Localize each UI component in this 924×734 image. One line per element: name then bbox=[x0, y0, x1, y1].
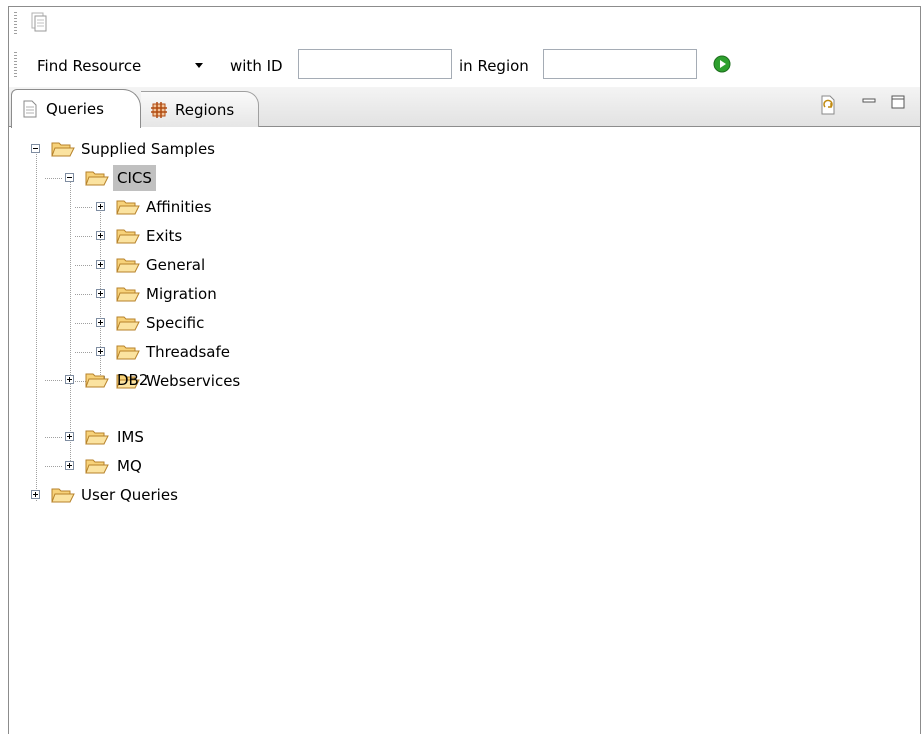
query-tree: Supplied Samples CICS Affinities Exits Gen… bbox=[9, 128, 920, 734]
open-folder-icon bbox=[116, 287, 140, 302]
go-run-button[interactable] bbox=[713, 55, 731, 73]
tree-item-label: MQ bbox=[117, 457, 142, 475]
regions-grid-icon bbox=[151, 101, 167, 118]
expand-toggle-icon[interactable] bbox=[96, 289, 105, 298]
find-resource-dropdown-arrow[interactable] bbox=[195, 63, 203, 68]
expand-toggle-icon[interactable] bbox=[31, 490, 40, 499]
collapse-toggle-icon[interactable] bbox=[65, 173, 74, 182]
minimize-icon[interactable] bbox=[862, 95, 876, 109]
find-resource-label[interactable]: Find Resource bbox=[37, 56, 141, 76]
open-folder-icon bbox=[85, 430, 109, 445]
tree-item-label: Threadsafe bbox=[146, 343, 230, 361]
expand-toggle-icon[interactable] bbox=[96, 260, 105, 269]
expand-toggle-icon[interactable] bbox=[96, 202, 105, 211]
tree-item-label: General bbox=[146, 256, 206, 274]
tree-item-label: CICS bbox=[113, 165, 156, 191]
open-folder-icon bbox=[116, 200, 140, 215]
expand-toggle-icon[interactable] bbox=[96, 347, 105, 356]
maximize-icon[interactable] bbox=[891, 95, 905, 109]
find-toolbar-grip[interactable] bbox=[14, 52, 17, 78]
resource-id-input[interactable] bbox=[298, 49, 452, 79]
tab-regions[interactable]: Regions bbox=[141, 91, 259, 127]
collapse-toggle-icon[interactable] bbox=[31, 144, 40, 153]
tree-item-label: Webservices bbox=[146, 372, 241, 390]
open-folder-icon bbox=[51, 488, 75, 503]
tree-item-label: Specific bbox=[146, 314, 205, 332]
with-id-label: with ID bbox=[230, 57, 283, 75]
tree-item-label: IMS bbox=[117, 428, 144, 446]
document-icon bbox=[23, 100, 37, 118]
expand-toggle-icon[interactable] bbox=[96, 231, 105, 240]
open-folder-icon bbox=[85, 373, 109, 388]
expand-toggle-icon[interactable] bbox=[65, 461, 74, 470]
view-tab-bar: Queries Regions bbox=[9, 87, 920, 128]
tree-item-label: Affinities bbox=[146, 198, 212, 216]
link-refresh-icon[interactable] bbox=[819, 95, 837, 115]
open-folder-icon bbox=[116, 258, 140, 273]
open-folder-icon bbox=[51, 142, 75, 157]
expand-toggle-icon[interactable] bbox=[65, 432, 74, 441]
tree-item-label: Exits bbox=[146, 227, 183, 245]
tree-item-label: DB2 bbox=[117, 371, 149, 389]
expand-toggle-icon[interactable] bbox=[96, 318, 105, 327]
expand-toggle-icon[interactable] bbox=[65, 375, 74, 384]
toolbar-grip[interactable] bbox=[14, 12, 17, 34]
tree-item-label: Supplied Samples bbox=[81, 140, 215, 158]
open-folder-icon bbox=[85, 459, 109, 474]
tree-item-label: User Queries bbox=[81, 486, 178, 504]
tab-regions-label: Regions bbox=[175, 100, 235, 119]
in-region-label: in Region bbox=[459, 57, 529, 75]
open-folder-icon bbox=[116, 345, 140, 360]
open-folder-icon bbox=[116, 316, 140, 331]
tab-queries-label: Queries bbox=[46, 100, 104, 118]
open-folder-icon bbox=[85, 171, 109, 186]
document-icon[interactable] bbox=[31, 12, 47, 32]
open-folder-icon bbox=[116, 229, 140, 244]
tree-item-label: Migration bbox=[146, 285, 217, 303]
tab-queries[interactable]: Queries bbox=[11, 89, 141, 128]
region-input[interactable] bbox=[543, 49, 697, 79]
